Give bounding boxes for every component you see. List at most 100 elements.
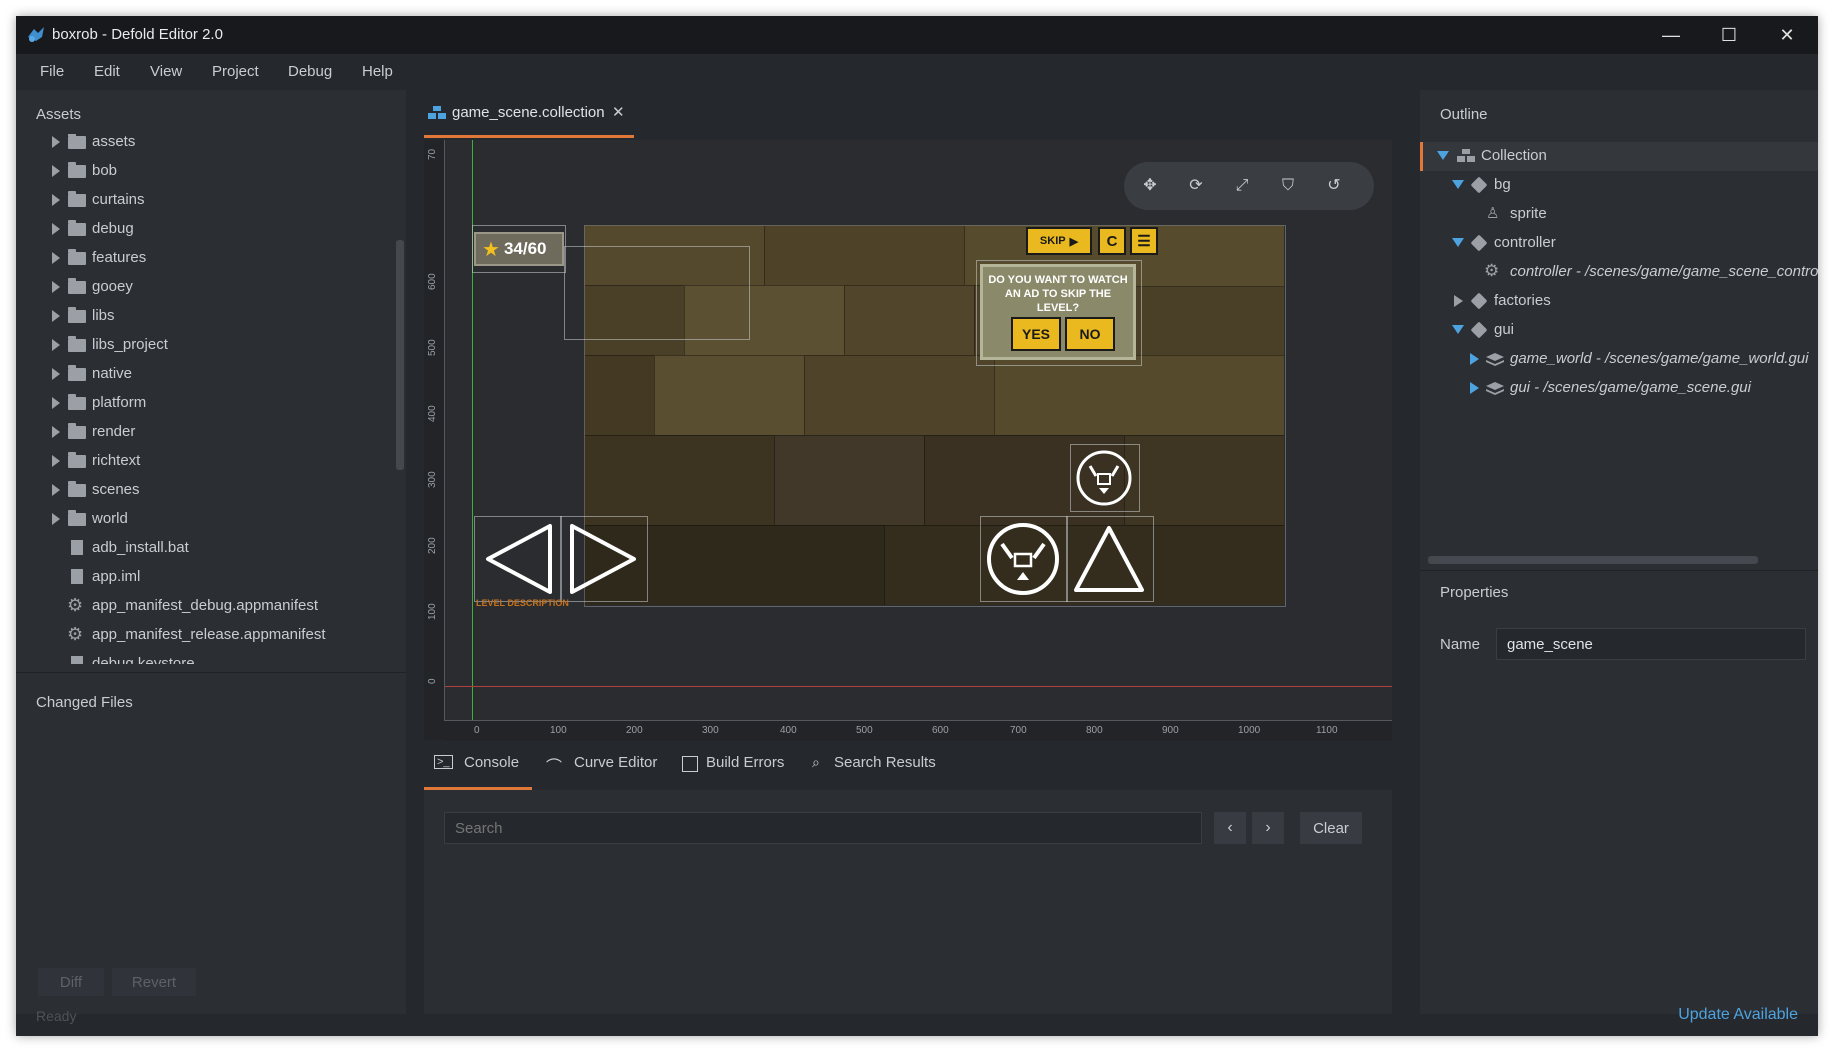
scale-tool-icon[interactable]: ⤢	[1230, 174, 1254, 198]
outline-game-scene-gui[interactable]: gui - /scenes/game/game_scene.gui	[1420, 374, 1818, 403]
folder-debug[interactable]: debug	[16, 215, 396, 244]
folder-scenes[interactable]: scenes	[16, 476, 396, 505]
file-manifest-debug[interactable]: ⚙ app_manifest_debug.appmanifest	[16, 592, 396, 621]
prev-button[interactable]: ‹	[1214, 812, 1246, 844]
scene-viewport[interactable]: 0 100 200 300 400 500 600 70 0 100 200 3…	[424, 140, 1392, 741]
outline-factories[interactable]: factories	[1420, 287, 1818, 316]
expand-arrow-icon[interactable]	[52, 281, 60, 293]
up-triangle-icon[interactable]	[1070, 520, 1148, 598]
console-search-input[interactable]	[444, 812, 1202, 844]
ruler-y-label: 100	[427, 603, 438, 620]
expand-arrow-icon[interactable]	[52, 310, 60, 322]
expand-arrow-icon[interactable]	[52, 194, 60, 206]
game-object-icon	[1470, 234, 1488, 252]
menu-button[interactable]: ☰	[1130, 227, 1158, 255]
expand-arrow-icon[interactable]	[52, 223, 60, 235]
outline-label: Collection	[1481, 147, 1547, 164]
menu-debug[interactable]: Debug	[288, 63, 332, 80]
title-bar: boxrob - Defold Editor 2.0 — ☐ ✕	[16, 16, 1818, 54]
rotate-tool-icon[interactable]: ⟳	[1184, 174, 1208, 198]
left-arrow-icon[interactable]	[478, 520, 558, 598]
expand-arrow-icon[interactable]	[52, 368, 60, 380]
restart-button[interactable]: C	[1098, 227, 1126, 255]
folder-bob[interactable]: bob	[16, 157, 396, 186]
next-button[interactable]: ›	[1252, 812, 1284, 844]
expand-arrow-icon[interactable]	[52, 136, 60, 148]
outline-game-world-gui[interactable]: game_world - /scenes/game/game_world.gui	[1420, 345, 1818, 374]
tab-console[interactable]: >_ Console	[424, 740, 532, 790]
expand-arrow-icon[interactable]	[52, 484, 60, 496]
tab-close-icon[interactable]: ✕	[612, 103, 625, 121]
outline-h-scrollbar[interactable]	[1428, 556, 1758, 564]
file-debug-keystore[interactable]: debug.keystore	[16, 650, 396, 664]
folder-platform[interactable]: platform	[16, 389, 396, 418]
ruler-x-label: 800	[1086, 725, 1103, 736]
expand-arrow-icon[interactable]	[1470, 382, 1479, 394]
right-arrow-icon[interactable]	[564, 520, 644, 598]
menu-project[interactable]: Project	[212, 63, 259, 80]
no-button[interactable]: NO	[1065, 317, 1115, 351]
outline-bg[interactable]: bg	[1420, 171, 1818, 200]
outline-controller-script[interactable]: ⚙ controller - /scenes/game/game_scene_c…	[1420, 258, 1818, 287]
menu-edit[interactable]: Edit	[94, 63, 120, 80]
menu-file[interactable]: File	[40, 63, 64, 80]
visibility-filter-icon[interactable]: ⛉	[1276, 174, 1300, 198]
name-field[interactable]	[1496, 628, 1806, 660]
outline-collection[interactable]: Collection	[1420, 142, 1818, 171]
expand-arrow-icon[interactable]	[52, 165, 60, 177]
collapse-arrow-icon[interactable]	[1452, 180, 1464, 189]
file-icon	[71, 656, 83, 664]
expand-arrow-icon[interactable]	[52, 513, 60, 525]
tab-build-errors[interactable]: Build Errors	[682, 740, 802, 790]
folder-richtext[interactable]: richtext	[16, 447, 396, 476]
maximize-button[interactable]: ☐	[1700, 16, 1758, 54]
collapse-arrow-icon[interactable]	[1452, 325, 1464, 334]
expand-arrow-icon[interactable]	[52, 455, 60, 467]
update-available-link[interactable]: Update Available	[1678, 1006, 1798, 1024]
placeholder-box[interactable]	[564, 246, 750, 340]
minimize-button[interactable]: —	[1642, 16, 1700, 54]
collapse-arrow-icon[interactable]	[1452, 238, 1464, 247]
revert-button[interactable]: Revert	[112, 968, 196, 996]
score-panel[interactable]: ★ 34/60	[474, 232, 564, 266]
robot-down-icon[interactable]	[1074, 448, 1134, 508]
folder-features[interactable]: features	[16, 244, 396, 273]
expand-arrow-icon[interactable]	[52, 397, 60, 409]
clear-button[interactable]: Clear	[1300, 812, 1362, 844]
yes-button[interactable]: YES	[1011, 317, 1061, 351]
menu-help[interactable]: Help	[362, 63, 393, 80]
folder-assets[interactable]: assets	[16, 134, 396, 157]
folder-libs-project[interactable]: libs_project	[16, 331, 396, 360]
tab-curve-editor[interactable]: ⌒ Curve Editor	[546, 740, 666, 790]
assets-scrollbar[interactable]	[396, 240, 404, 470]
file-adb-install[interactable]: adb_install.bat	[16, 534, 396, 563]
file-manifest-release[interactable]: ⚙ app_manifest_release.appmanifest	[16, 621, 396, 650]
folder-label: world	[92, 510, 128, 527]
expand-arrow-icon[interactable]	[52, 252, 60, 264]
outline-gui[interactable]: gui	[1420, 316, 1818, 345]
skip-button[interactable]: SKIP ▶	[1026, 227, 1092, 255]
menu-view[interactable]: View	[150, 63, 182, 80]
expand-arrow-icon[interactable]	[52, 339, 60, 351]
folder-render[interactable]: render	[16, 418, 396, 447]
expand-arrow-icon[interactable]	[1470, 353, 1479, 365]
folder-gooey[interactable]: gooey	[16, 273, 396, 302]
tab-game-scene[interactable]: game_scene.collection ✕	[424, 90, 634, 138]
folder-label: richtext	[92, 452, 141, 469]
camera-reset-icon[interactable]: ↺	[1322, 174, 1346, 198]
outline-sprite[interactable]: ♙ sprite	[1420, 200, 1818, 229]
robot-up-icon[interactable]	[984, 520, 1062, 598]
diff-button[interactable]: Diff	[38, 968, 104, 996]
folder-curtains[interactable]: curtains	[16, 186, 396, 215]
expand-arrow-icon[interactable]	[52, 426, 60, 438]
collapse-arrow-icon[interactable]	[1437, 151, 1449, 160]
move-tool-icon[interactable]: ✥	[1138, 174, 1162, 198]
outline-controller[interactable]: controller	[1420, 229, 1818, 258]
folder-libs[interactable]: libs	[16, 302, 396, 331]
close-button[interactable]: ✕	[1758, 16, 1816, 54]
folder-world[interactable]: world	[16, 505, 396, 534]
tab-search-results[interactable]: ⌕ Search Results	[812, 740, 952, 790]
expand-arrow-icon[interactable]	[1454, 295, 1463, 307]
folder-native[interactable]: native	[16, 360, 396, 389]
file-app-iml[interactable]: app.iml	[16, 563, 396, 592]
